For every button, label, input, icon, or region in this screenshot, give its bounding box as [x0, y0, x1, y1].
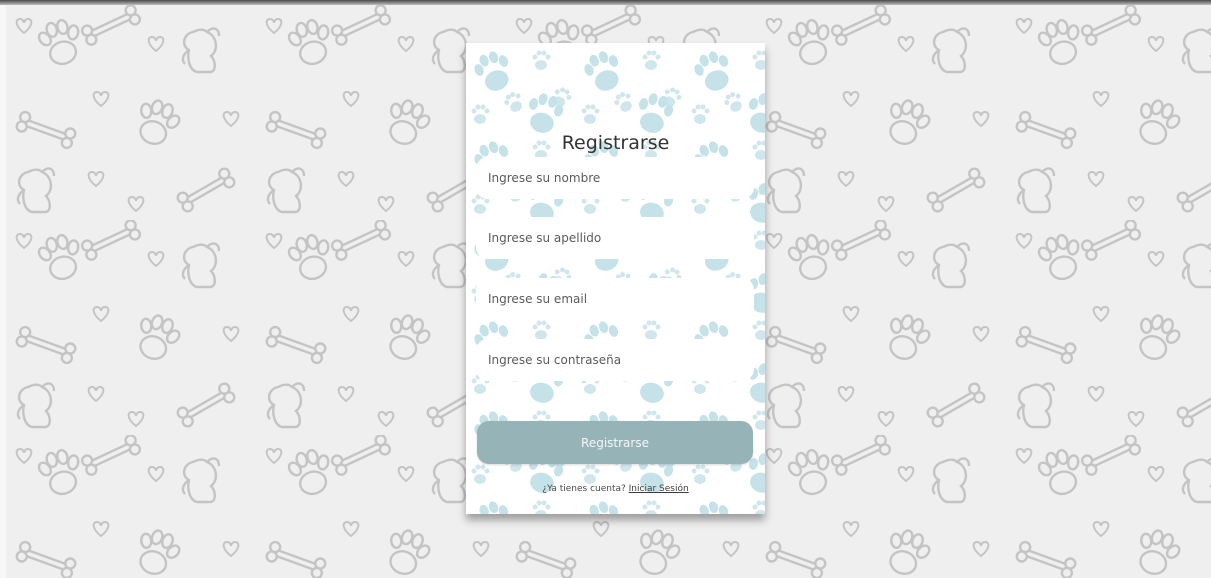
register-button-label: Registrarse: [581, 435, 649, 450]
email-placeholder: Ingrese su email: [488, 292, 588, 306]
login-link[interactable]: Iniciar Sesión: [629, 484, 689, 494]
login-prompt: ¿Ya tienes cuenta? Iniciar Sesión: [466, 484, 765, 494]
nombre-input[interactable]: Ingrese su nombre: [476, 157, 754, 199]
login-prompt-text: ¿Ya tienes cuenta?: [542, 484, 626, 494]
register-card: Registrarse Ingrese su nombre Ingrese su…: [466, 43, 765, 514]
email-input[interactable]: Ingrese su email: [476, 278, 754, 320]
apellido-placeholder: Ingrese su apellido: [488, 231, 602, 245]
apellido-input[interactable]: Ingrese su apellido: [476, 217, 754, 259]
password-input[interactable]: Ingrese su contraseña: [476, 339, 754, 381]
password-placeholder: Ingrese su contraseña: [488, 353, 622, 367]
nombre-placeholder: Ingrese su nombre: [488, 171, 601, 185]
page: { "form": { "title": "Registrarse", "fie…: [0, 0, 1211, 578]
form-title: Registrarse: [561, 132, 670, 154]
register-button[interactable]: Registrarse: [477, 421, 753, 464]
